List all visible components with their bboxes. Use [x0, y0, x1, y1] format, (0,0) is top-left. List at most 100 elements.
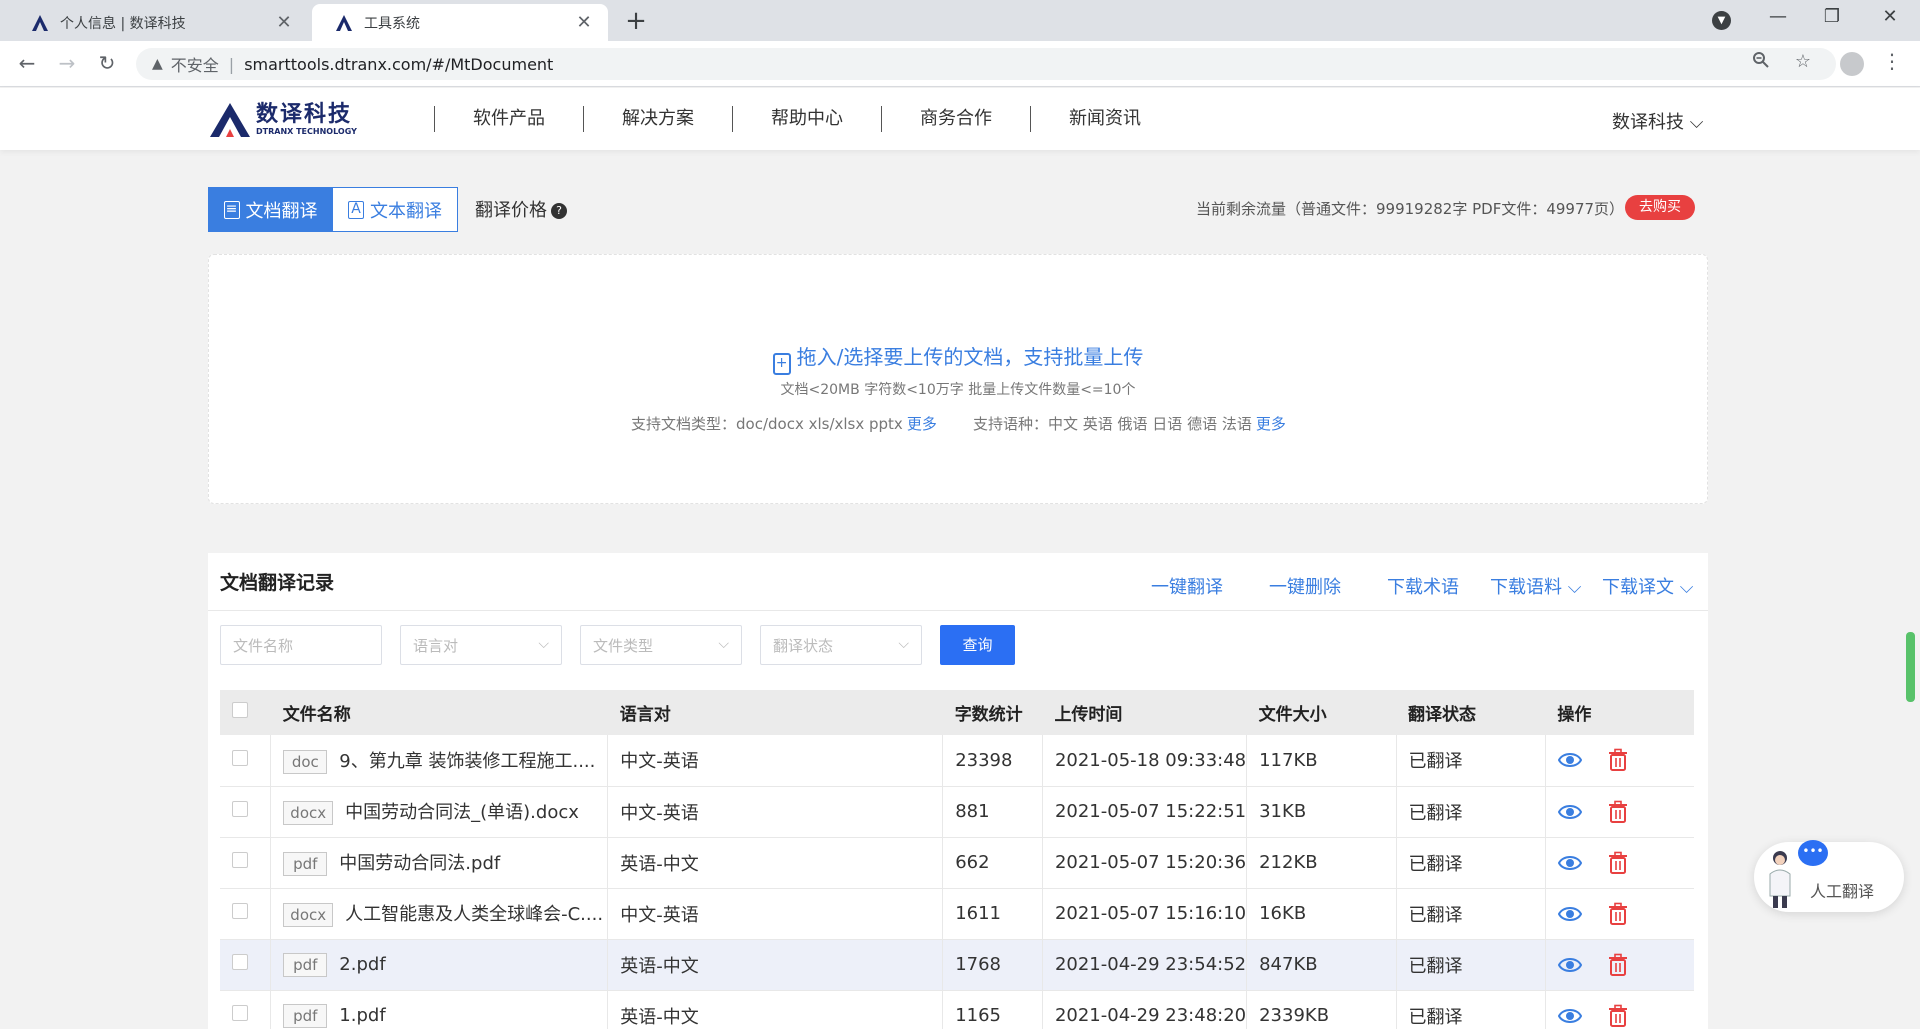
status-cell: 已翻译	[1396, 888, 1546, 940]
window-restore-icon[interactable]: ❐	[1812, 6, 1852, 27]
one-click-translate-button[interactable]: 一键翻译	[1151, 573, 1223, 599]
window-minimize-icon[interactable]: —	[1758, 6, 1798, 27]
translate-price-link[interactable]: 翻译价格?	[475, 196, 567, 222]
file-type-badge: docx	[283, 903, 334, 927]
file-type-badge: doc	[283, 749, 328, 774]
row-checkbox[interactable]	[232, 954, 248, 970]
upload-dropzone[interactable]: + 拖入/选择要上传的文档，支持批量上传 文档<20MB 字符数<10万字 批量上…	[208, 254, 1708, 504]
row-checkbox[interactable]	[232, 1005, 248, 1021]
eye-icon[interactable]	[1557, 902, 1582, 926]
trash-icon[interactable]	[1606, 800, 1630, 824]
col-header-status[interactable]: 翻译状态	[1396, 690, 1546, 735]
query-button[interactable]: 查询	[940, 625, 1015, 665]
word-count-cell: 1768	[942, 939, 1043, 991]
table-row[interactable]: pdf 2.pdf 英语-中文 1768 2021-04-29 23:54:52 …	[220, 939, 1694, 991]
records-panel: 文档翻译记录 一键翻译 一键删除 下载术语 下载语料 ⌵ 下载译文 ⌵ 文件名称…	[208, 553, 1708, 1029]
tab-search-chevron-icon[interactable]: ▼	[1712, 11, 1731, 30]
eye-icon[interactable]	[1557, 953, 1582, 977]
trash-icon[interactable]	[1606, 1004, 1630, 1028]
security-status: 不安全	[170, 56, 219, 75]
back-arrow-icon[interactable]: ←	[14, 51, 40, 75]
row-checkbox[interactable]	[232, 749, 248, 766]
document-icon: ≡	[223, 200, 240, 219]
trash-icon[interactable]	[1606, 851, 1630, 875]
file-type-placeholder: 文件类型	[593, 636, 654, 655]
file-size-cell: 847KB	[1246, 939, 1397, 991]
human-translation-widget[interactable]: ••• 人工翻译	[1754, 840, 1904, 912]
word-count-cell: 1165	[942, 990, 1043, 1029]
col-header-name[interactable]: 文件名称	[270, 690, 608, 735]
window-close-icon[interactable]: ✕	[1870, 6, 1910, 27]
row-checkbox[interactable]	[232, 801, 248, 817]
table-row[interactable]: pdf 中国劳动合同法.pdf 英语-中文 662 2021-05-07 15:2…	[220, 837, 1694, 889]
row-checkbox[interactable]	[232, 852, 248, 868]
word-count-cell: 23398	[942, 735, 1043, 787]
nav-item-solutions[interactable]: 解决方案	[583, 106, 732, 132]
col-header-size[interactable]: 文件大小	[1246, 690, 1397, 735]
human-translation-label: 人工翻译	[1810, 882, 1875, 901]
lang-pair-select[interactable]: 语言对 ⌵	[400, 625, 562, 665]
user-menu[interactable]: 数译科技 ⌵	[1612, 108, 1703, 134]
file-type-select[interactable]: 文件类型 ⌵	[580, 625, 742, 665]
site-logo[interactable]: 数译科技 DTRANX TECHNOLOGY	[208, 102, 357, 138]
browser-menu-icon[interactable]: ⋮	[1882, 49, 1902, 73]
tab-doc-translate[interactable]: ≡ 文档翻译	[208, 187, 333, 232]
forward-arrow-icon[interactable]: →	[54, 51, 80, 75]
eye-icon[interactable]	[1557, 851, 1582, 875]
text-ai-icon: A	[348, 200, 364, 219]
close-icon[interactable]: ✕	[274, 12, 294, 33]
filename-input[interactable]: 文件名称	[220, 625, 382, 665]
row-checkbox[interactable]	[232, 903, 248, 919]
word-count-cell: 881	[942, 786, 1043, 838]
col-header-lang[interactable]: 语言对	[607, 690, 943, 735]
url-text[interactable]: smarttools.dtranx.com/#/MtDocument	[244, 55, 553, 74]
actions-cell	[1545, 837, 1694, 889]
eye-icon[interactable]	[1557, 800, 1582, 824]
trash-icon[interactable]	[1606, 953, 1630, 977]
file-size-cell: 212KB	[1246, 837, 1397, 889]
omnibox[interactable]: ▲ 不安全 | smarttools.dtranx.com/#/MtDocume…	[136, 48, 1836, 80]
download-terms-button[interactable]: 下载术语	[1387, 573, 1459, 599]
close-icon[interactable]: ✕	[574, 12, 594, 33]
omnibox-separator: |	[228, 54, 235, 74]
bookmark-star-icon[interactable]: ☆	[1790, 51, 1816, 72]
buy-button[interactable]: 去购买	[1625, 195, 1695, 220]
upload-prompt[interactable]: + 拖入/选择要上传的文档，支持批量上传	[209, 341, 1707, 375]
nav-item-help[interactable]: 帮助中心	[732, 106, 881, 132]
more-types-link[interactable]: 更多	[907, 415, 937, 433]
nav-item-products[interactable]: 软件产品	[434, 106, 583, 132]
status-select[interactable]: 翻译状态 ⌵	[760, 625, 922, 665]
row-select-cell	[220, 786, 272, 838]
eye-icon[interactable]	[1557, 1004, 1582, 1028]
browser-tab-tools[interactable]: 工具系统 ✕	[312, 4, 608, 41]
table-row[interactable]: pdf 1.pdf 英语-中文 1165 2021-04-29 23:48:20 …	[220, 990, 1694, 1029]
upload-time-cell: 2021-04-29 23:54:52	[1042, 939, 1248, 991]
select-all-checkbox[interactable]	[232, 702, 248, 718]
more-langs-link[interactable]: 更多	[1256, 415, 1286, 433]
browser-tab-profile[interactable]: 个人信息 | 数译科技 ✕	[8, 4, 308, 41]
table-row[interactable]: docx 中国劳动合同法_(单语).docx 中文-英语 881 2021-05-…	[220, 786, 1694, 838]
tab-text-translate[interactable]: A 文本翻译	[333, 187, 458, 232]
col-header-time[interactable]: 上传时间	[1042, 690, 1247, 735]
download-translation-dropdown[interactable]: 下载译文 ⌵	[1602, 573, 1693, 599]
eye-icon[interactable]	[1557, 748, 1582, 772]
profile-avatar-icon[interactable]	[1840, 52, 1864, 76]
table-row[interactable]: docx 人工智能惠及人类全球峰会-C.... 中文-英语 1611 2021-0…	[220, 888, 1694, 940]
nav-item-business[interactable]: 商务合作	[881, 106, 1030, 132]
filter-bar: 文件名称 语言对 ⌵ 文件类型 ⌵ 翻译状态 ⌵ 查询	[220, 625, 1015, 665]
new-tab-plus-icon[interactable]: +	[622, 8, 650, 34]
trash-icon[interactable]	[1606, 748, 1630, 772]
nav-item-news[interactable]: 新闻资讯	[1030, 106, 1179, 132]
main-nav: 软件产品 解决方案 帮助中心 商务合作 新闻资讯	[434, 106, 1179, 132]
trash-icon[interactable]	[1606, 902, 1630, 926]
one-click-delete-button[interactable]: 一键删除	[1269, 573, 1341, 599]
question-mark-icon[interactable]: ?	[551, 203, 567, 219]
zoom-magnifier-icon[interactable]	[1748, 51, 1774, 74]
page-scrollbar-thumb[interactable]	[1906, 632, 1915, 702]
reload-icon[interactable]: ↻	[94, 51, 120, 75]
col-header-words[interactable]: 字数统计	[942, 690, 1043, 735]
table-row[interactable]: doc 9、第九章 装饰装修工程施工.... 中文-英语 23398 2021-0…	[220, 735, 1694, 787]
download-corpus-dropdown[interactable]: 下载语料 ⌵	[1490, 573, 1581, 599]
lang-pair-cell: 英语-中文	[607, 990, 944, 1029]
warning-triangle-icon[interactable]: ▲	[152, 56, 163, 72]
